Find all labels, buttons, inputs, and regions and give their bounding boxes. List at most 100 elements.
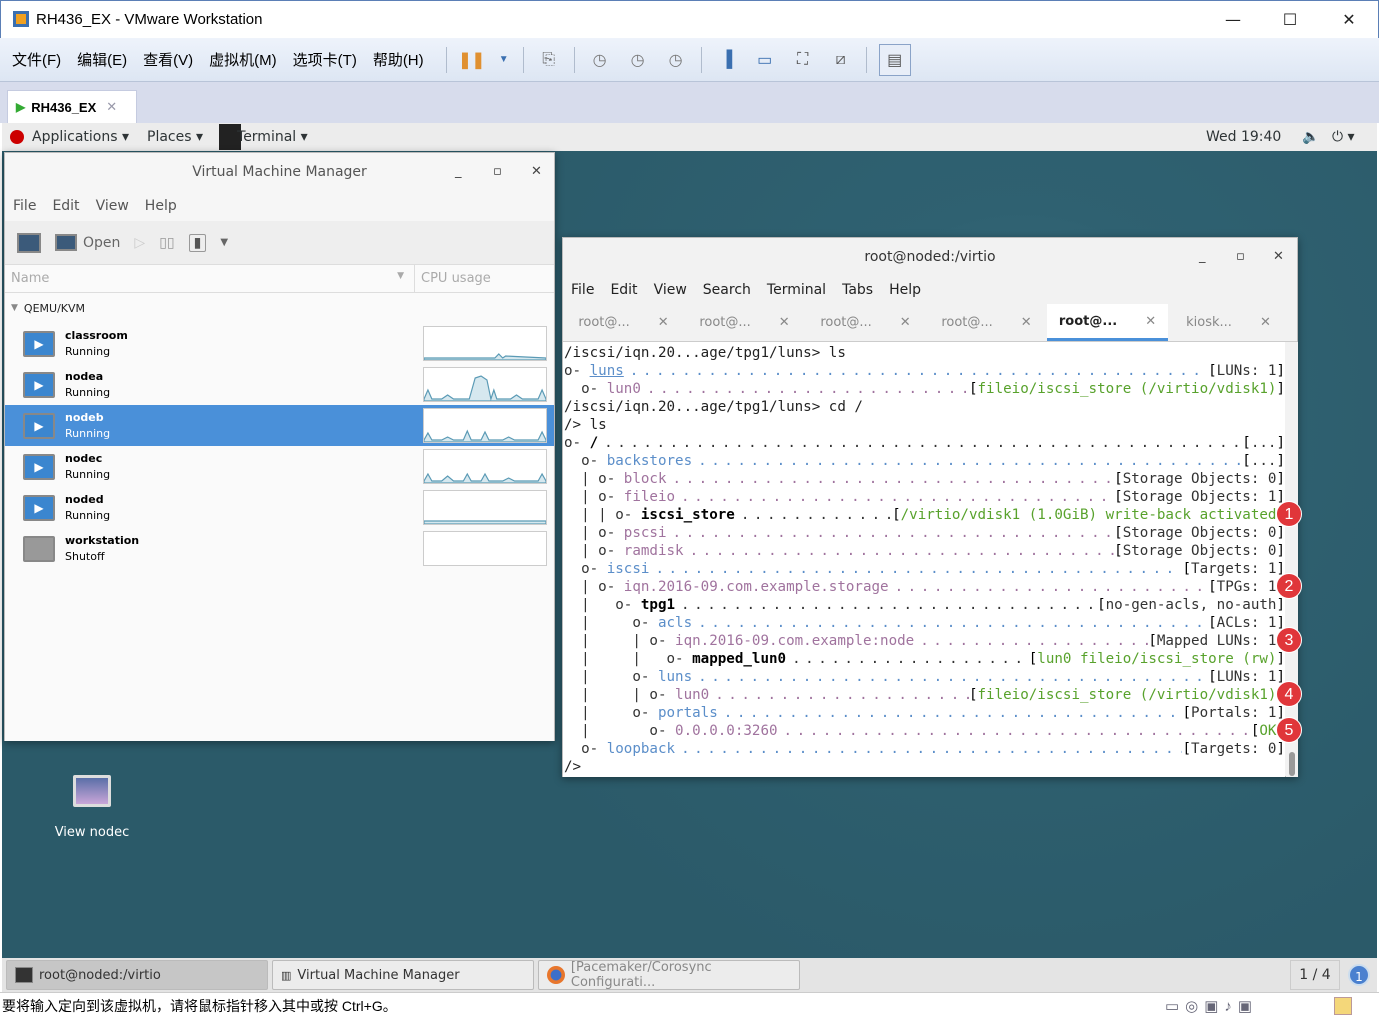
vm-tab[interactable]: ▶ RH436_EX ✕ [7,90,137,123]
snapshot-revert-icon[interactable]: ◷ [625,47,651,73]
vm-running-icon: ▶ [23,412,55,439]
terminal-menu-terminal[interactable]: Terminal [767,282,826,298]
maximize-button[interactable]: ☐ [1270,7,1310,33]
task-firefox[interactable]: [Pacemaker/Corosync Configurati... [538,960,800,990]
terminal-menu-tabs[interactable]: Tabs [842,282,873,298]
terminal-menu-edit[interactable]: Edit [610,282,637,298]
shutdown-dropdown-icon[interactable]: ▼ [220,237,228,248]
library-view-icon[interactable]: ▐ [714,47,740,73]
pause-icon[interactable]: ▯▯ [159,235,174,251]
notification-badge[interactable]: 1 [1348,964,1370,986]
unity-icon[interactable]: ⧄ [828,47,854,73]
terminal-menu-file[interactable]: File [571,282,594,298]
task-vmm[interactable]: ▥ Virtual Machine Manager [272,960,534,990]
pause-icon[interactable]: ❚❚ [458,47,485,73]
terminal-menu-view[interactable]: View [654,282,687,298]
expander-icon[interactable]: ▼ [11,303,18,313]
vm-row-nodea[interactable]: ▶ nodea Running [5,364,554,405]
places-menu[interactable]: Places ▾ [147,129,203,145]
connection-row[interactable]: ▼ QEMU/KVM [5,293,554,323]
snapshot-take-icon[interactable]: ◷ [587,47,613,73]
minimize-button[interactable]: — [1213,7,1253,33]
fullscreen-icon[interactable]: ⛶ [790,47,816,73]
tree-node-value: Mapped LUNs: 1 [1148,632,1285,650]
message-icon[interactable] [1334,997,1352,1015]
vm-row-noded[interactable]: ▶ noded Running [5,487,554,528]
col-name[interactable]: Name ▼ [5,265,415,292]
tab-close-icon[interactable]: ✕ [900,315,911,330]
leader-dots [709,686,969,704]
workspace-indicator[interactable]: 1 / 4 [1290,960,1340,990]
send-ctrl-alt-del-icon[interactable]: ⎘ [536,47,562,73]
task-terminal[interactable]: root@noded:/virtio [6,960,268,990]
vm-row-workstation[interactable]: workstation Shutoff [5,528,554,569]
terminal-label: Terminal [237,129,297,145]
vmm-maximize-button[interactable]: ▫ [493,153,502,191]
applications-menu[interactable]: Applications ▾ [32,129,129,145]
command-line: /iscsi/iqn.20...age/tpg1/luns> ls [564,345,846,361]
tab-close-icon[interactable]: ✕ [106,99,117,115]
menu-view[interactable]: 查看(V) [143,49,193,70]
terminal-line: | o- ramdisk Storage Objects: 0 [563,542,1285,560]
clock[interactable]: Wed 19:40 [1206,129,1281,145]
vm-status: Running [65,508,111,522]
dropdown-icon[interactable]: ▼ [497,47,511,73]
menu-help[interactable]: 帮助(H) [373,49,424,70]
terminal-tab[interactable]: root@... ✕ [684,304,805,341]
snapshot-manager-icon[interactable]: ◷ [663,47,689,73]
terminal-tab[interactable]: root@... ✕ [805,304,926,341]
terminal-minimize-button[interactable]: _ [1199,238,1206,276]
cpu-usage-graph [423,326,547,361]
tree-node-value: Targets: 0 [1182,740,1285,758]
open-button[interactable]: Open [55,234,120,251]
terminal-window: root@noded:/virtio _ ▫ ✕ File Edit View Sea… [562,237,1298,777]
menu-vm[interactable]: 虚拟机(M) [209,49,277,70]
menu-tabs[interactable]: 选项卡(T) [293,49,357,70]
col-cpu[interactable]: CPU usage [415,265,497,292]
thumbnail-view-icon[interactable]: ▤ [878,43,911,76]
virt-manager-window: Virtual Machine Manager _ ▫ ✕ File Edit … [4,152,555,741]
terminal-menu[interactable]: Terminal ▾ [237,129,308,145]
tab-close-icon[interactable]: ✕ [779,315,790,330]
tab-close-icon[interactable]: ✕ [658,315,669,330]
vm-row-nodeb[interactable]: ▶ nodeb Running [5,405,554,446]
terminal-tab[interactable]: root@... ✕ [563,304,684,341]
tree-node-name: iscsi_store [640,507,735,523]
vmm-menu-view[interactable]: View [96,198,129,214]
tree-node-value: no-gen-acls, no-auth [1097,596,1285,614]
vmm-menu-edit[interactable]: Edit [52,198,79,214]
close-button[interactable]: ✕ [1329,7,1369,33]
terminal-menu-help[interactable]: Help [889,282,921,298]
terminal-menu-search[interactable]: Search [703,282,751,298]
terminal-menubar: File Edit View Search Terminal Tabs Help [563,276,1297,304]
tab-close-icon[interactable]: ✕ [1260,315,1271,330]
menu-edit[interactable]: 编辑(E) [77,49,127,70]
tree-node-name: lun0 [606,381,641,397]
vmm-menu-file[interactable]: File [13,198,36,214]
vmm-menu-help[interactable]: Help [145,198,177,214]
console-view-icon[interactable]: ▭ [752,47,778,73]
run-icon[interactable]: ▷ [134,235,145,251]
device-icons[interactable]: ▭◎▣♪▣ [1165,997,1258,1015]
desktop-icon-view-nodec[interactable]: View nodec [52,775,132,840]
vmm-minimize-button[interactable]: _ [455,153,462,191]
terminal-maximize-button[interactable]: ▫ [1236,238,1245,276]
tab-close-icon[interactable]: ✕ [1145,314,1156,329]
new-vm-icon[interactable] [17,232,41,253]
shutdown-icon[interactable]: ▮ [188,233,207,252]
vm-row-nodec[interactable]: ▶ nodec Running [5,446,554,487]
vmm-close-button[interactable]: ✕ [531,153,542,191]
terminal-close-button[interactable]: ✕ [1273,238,1284,276]
tab-close-icon[interactable]: ✕ [1021,315,1032,330]
scrollbar-thumb[interactable] [1289,752,1295,776]
terminal-tab[interactable]: root@... ✕ [926,304,1047,341]
terminal-scrollbar[interactable] [1286,342,1298,777]
vm-row-classroom[interactable]: ▶ classroom Running [5,323,554,364]
terminal-output[interactable]: /iscsi/iqn.20...age/tpg1/luns> ls o- luns… [563,342,1285,777]
terminal-tab[interactable]: root@... ✕ [1047,304,1168,341]
volume-icon[interactable]: 🔈 [1302,129,1319,145]
terminal-tab[interactable]: kiosk... ✕ [1168,304,1289,341]
menu-file[interactable]: 文件(F) [12,49,61,70]
power-icon[interactable]: ⏻ ▾ [1332,129,1355,145]
tab-label: root@... [1058,313,1118,329]
